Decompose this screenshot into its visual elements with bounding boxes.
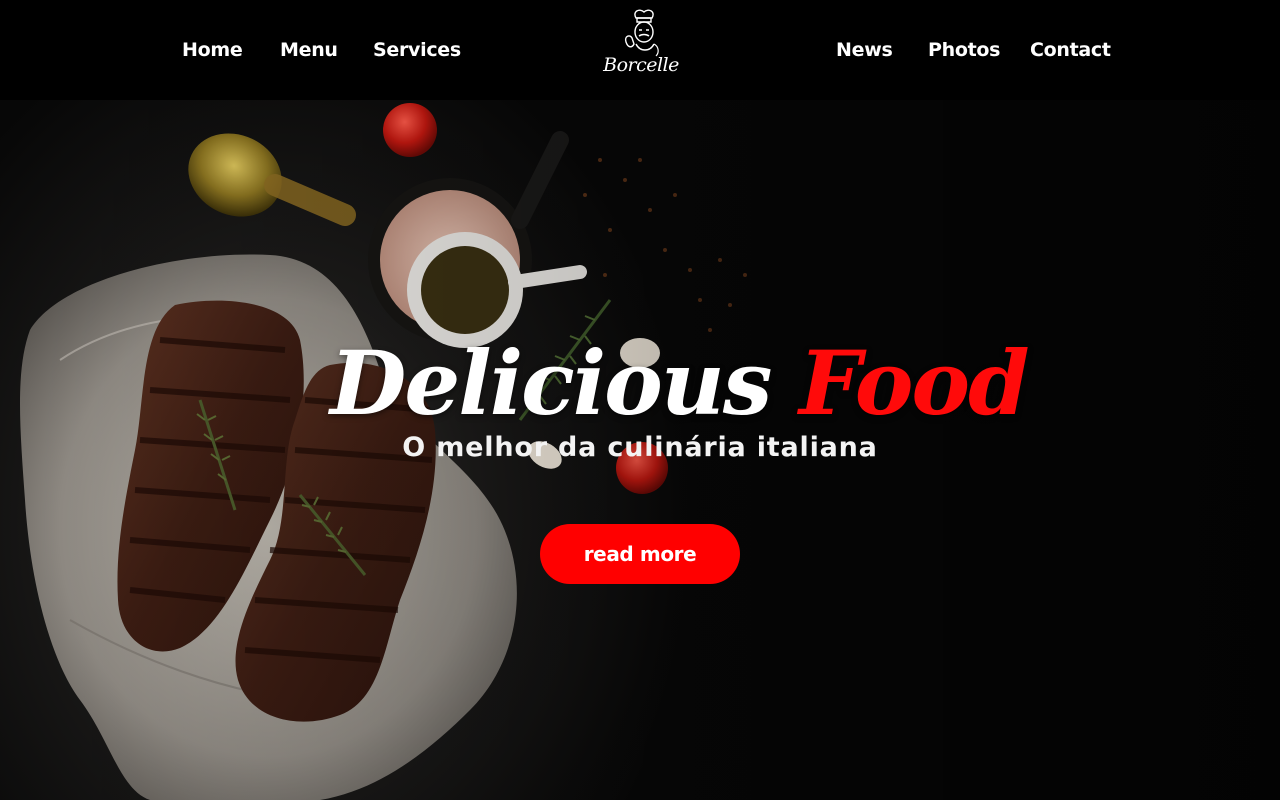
hero-section: Delicious Food O melhor da culinária ita… (0, 100, 1280, 800)
navbar: Home Menu Services Borcelle News Photos … (0, 0, 1280, 100)
nav-link-news[interactable]: News (836, 36, 893, 64)
read-more-button[interactable]: read more (540, 524, 740, 584)
hero-title: Delicious Food (330, 328, 1030, 438)
logo-text: Borcelle (603, 54, 679, 76)
hero-title-white: Delicious (330, 331, 772, 435)
hero-title-red: Food (799, 331, 1030, 435)
chef-icon (624, 9, 659, 57)
nav-link-photos[interactable]: Photos (928, 36, 1000, 64)
nav-link-menu[interactable]: Menu (280, 36, 338, 64)
hero-subtitle: O melhor da culinária italiana (402, 432, 878, 463)
logo[interactable]: Borcelle (598, 6, 684, 90)
nav-link-services[interactable]: Services (373, 36, 461, 64)
nav-link-contact[interactable]: Contact (1030, 36, 1111, 64)
nav-link-home[interactable]: Home (182, 36, 243, 64)
